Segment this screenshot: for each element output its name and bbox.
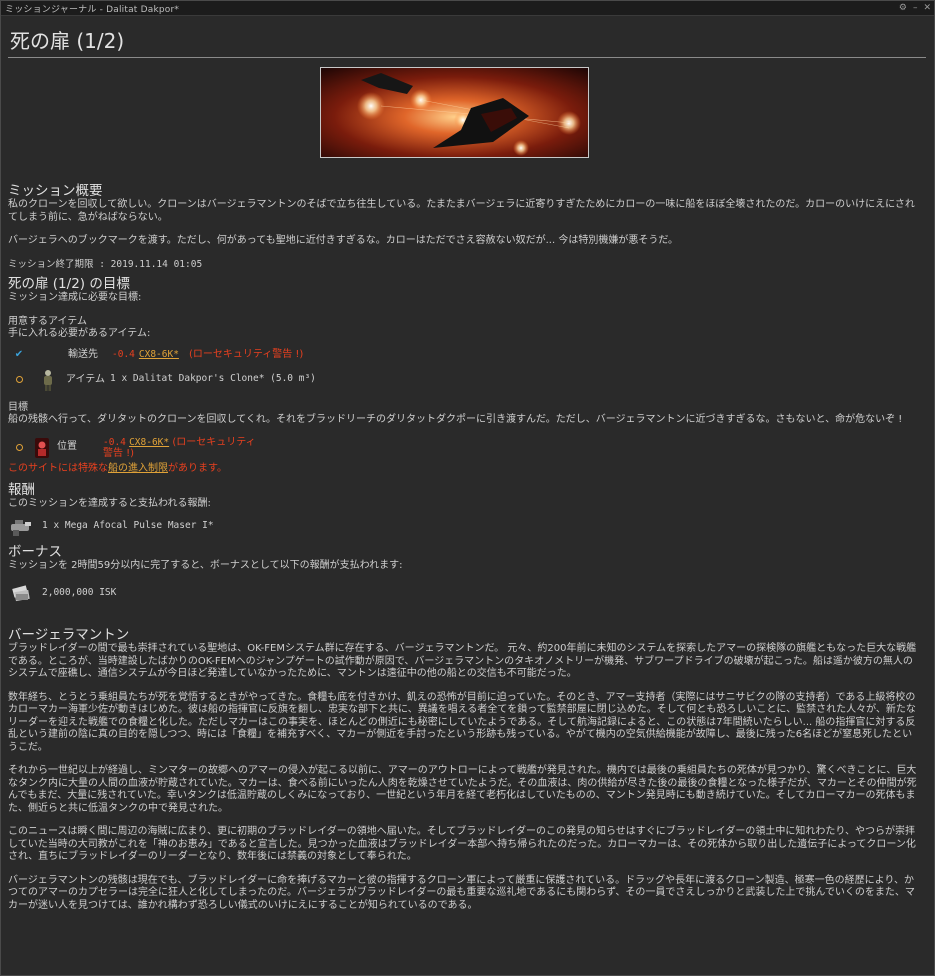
location-lowsec-warning: (ローセキュリティ警告 !) <box>103 436 256 459</box>
bonus-subtitle: ミッションを 2時間59分以内に完了すると、ボーナスとして以下の報酬が支払われま… <box>8 559 403 571</box>
lore-paragraph-4: このニュースは瞬く間に周辺の海賊に広まり、更に初期のブラッドレイダーの領地へ届い… <box>8 826 916 862</box>
journal-content: 死の扉 (1/2) ミッション概要 私のクローンを回収して欲しい。クローンはバー… <box>8 16 926 972</box>
checkmark-icon: ✔ <box>14 349 24 361</box>
items-subtitle: 手に入れる必要があるアイテム: <box>8 328 151 339</box>
item-text: 1 x Dalitat Dakpor's Clone* (5.0 m³) <box>110 373 316 385</box>
objective-destination-row: ✔ 輸送先 -0.4 CX8-6K* (ローセキュリティ警告 !) <box>8 346 920 366</box>
close-icon[interactable]: ✕ <box>923 3 931 13</box>
location-icon[interactable] <box>33 436 51 460</box>
overview-heading: ミッション概要 <box>8 183 103 199</box>
reward-subtitle: このミッションを達成すると支払われる報酬: <box>8 498 211 509</box>
reward-item-text: 1 x Mega Afocal Pulse Maser I* <box>42 520 214 532</box>
isk-icon[interactable] <box>8 581 34 605</box>
lore-heading: バージェラマントン <box>8 627 130 643</box>
destination-label: 輸送先 <box>68 349 98 361</box>
bonus-item-text: 2,000,000 ISK <box>42 586 117 598</box>
restriction-notice: このサイトには特殊な船の進入制限があります。 <box>8 463 920 476</box>
reward-heading: 報酬 <box>8 482 35 498</box>
lore-paragraph-3: それから一世紀以上が経過し、ミンマターの故郷へのアマーの侵入が起こる以前に、アマ… <box>8 765 917 814</box>
mission-journal-window: ミッションジャーナル - Dalitat Dakpor* ⚙ – ✕ 死の扉 (… <box>0 0 935 976</box>
overview-text-2: バージェラへのブックマークを渡す。ただし、何があっても聖地に近付きすぎるな。カロ… <box>8 235 679 246</box>
goal-heading: 目標 <box>8 401 28 413</box>
destination-lowsec-warning: (ローセキュリティ警告 !) <box>188 349 304 361</box>
lore-paragraph-1: ブラッドレイダーの間で最も崇拝されている聖地は、OK-FEMシステム群に存在する… <box>8 643 917 679</box>
objectives-heading: 死の扉 (1/2) の目標 <box>8 276 130 292</box>
mission-deadline: ミッション終了期限 : 2019.11.14 01:05 <box>8 258 203 270</box>
lore-paragraph-2: 数年経ち、とうとう乗組員たちが死を覚悟するときがやってきた。食糧も底を付きかけ、… <box>8 691 916 753</box>
page-title: 死の扉 (1/2) <box>8 16 926 58</box>
bonus-item-row: 2,000,000 ISK <box>8 572 920 614</box>
incomplete-ring-icon <box>8 444 30 451</box>
location-label: 位置 <box>57 441 77 453</box>
clone-item-icon[interactable] <box>38 368 58 392</box>
location-security: -0.4 <box>103 436 126 448</box>
location-system-link[interactable]: CX8-6K* <box>129 437 169 448</box>
objective-location-row: 位置 -0.4 CX8-6K* (ローセキュリティ警告 !) <box>8 433 920 463</box>
items-heading: 用意するアイテム <box>8 315 87 327</box>
title-bar[interactable]: ミッションジャーナル - Dalitat Dakpor* ⚙ – ✕ <box>1 1 934 16</box>
ship-restriction-link[interactable]: 船の進入制限 <box>108 463 168 474</box>
bonus-heading: ボーナス <box>8 543 62 560</box>
window-title: ミッションジャーナル - Dalitat Dakpor* <box>5 4 180 15</box>
objective-item-row: アイテム 1 x Dalitat Dakpor's Clone* (5.0 m³… <box>8 366 920 394</box>
lore-paragraph-5: バージェラマントンの残骸は現在でも、ブラッドレイダーに命を捧げるマカーと彼の指揮… <box>8 874 915 911</box>
pulse-maser-icon[interactable] <box>8 515 34 539</box>
restriction-text: このサイトには特殊な <box>8 462 108 474</box>
item-label: アイテム <box>66 374 105 385</box>
overview-text-1: 私のクローンを回収して欲しい。クローンはバージェラマントンのそばで立ち往生してい… <box>8 199 915 223</box>
mission-banner-image <box>320 67 589 158</box>
mission-body: ミッション概要 私のクローンを回収して欲しい。クローンはバージェラマントンのそば… <box>8 184 920 912</box>
gear-icon[interactable]: ⚙ <box>899 3 907 13</box>
objectives-subtitle: ミッション達成に必要な目標: <box>8 292 142 303</box>
minimize-icon[interactable]: – <box>913 3 918 13</box>
destination-system-link[interactable]: CX8-6K* <box>139 349 179 362</box>
restriction-text-end: があります。 <box>168 462 227 474</box>
destination-security: -0.4 <box>112 349 135 361</box>
goal-text: 船の残骸へ行って、ダリタットのクローンを回収してくれ。それをブラッドリーチのダリ… <box>8 414 903 425</box>
reward-item-row: 1 x Mega Afocal Pulse Maser I* <box>8 511 920 543</box>
incomplete-ring-icon <box>8 376 30 383</box>
